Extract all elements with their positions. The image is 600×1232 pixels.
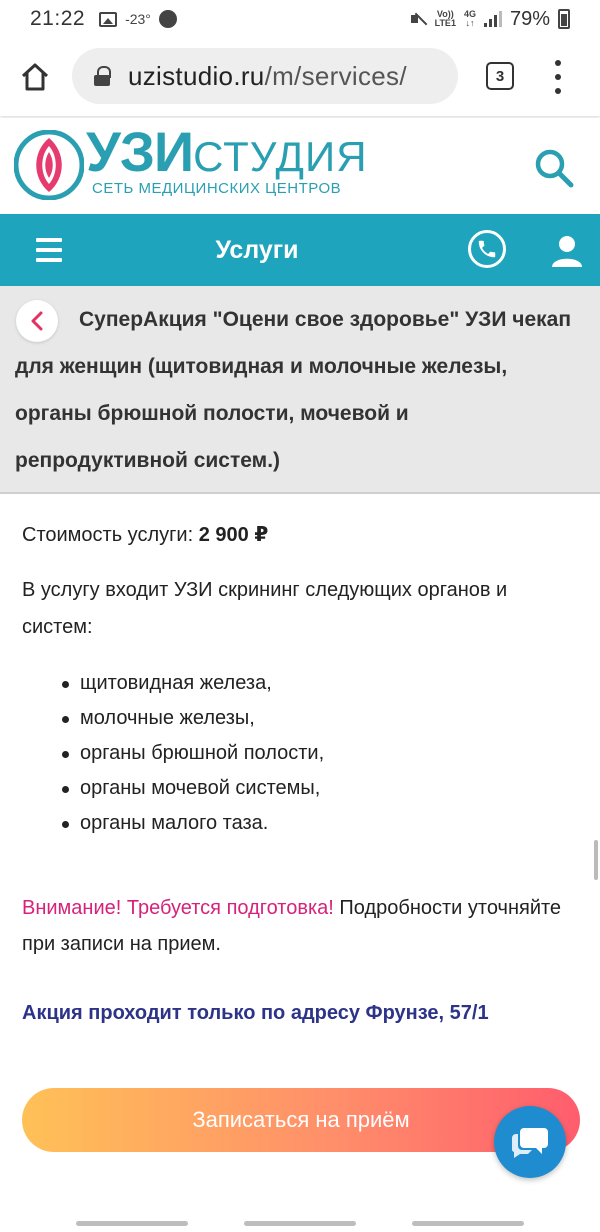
data-indicator: 4G ↓↑ bbox=[464, 10, 476, 28]
phone-icon bbox=[478, 240, 496, 258]
nav-bar: Услуги bbox=[0, 214, 600, 286]
tab-switcher-button[interactable]: 3 bbox=[486, 62, 514, 90]
user-icon[interactable] bbox=[550, 234, 584, 268]
price-value: 2 900 ₽ bbox=[198, 524, 269, 546]
service-title-band: СуперАкция "Оцени свое здоровье" УЗИ чек… bbox=[0, 286, 600, 494]
gesture-bar bbox=[0, 1216, 600, 1232]
data-bottom: ↓↑ bbox=[465, 18, 475, 28]
battery-icon bbox=[558, 9, 570, 29]
address-bar[interactable]: uzistudio.ru/m/services/ bbox=[72, 48, 458, 104]
organ-list: щитовидная железа, молочные железы, орга… bbox=[61, 666, 324, 841]
promo-note: Акция проходит только по адресу Фрунзе, … bbox=[22, 1002, 489, 1024]
url-path: /m/services/ bbox=[264, 60, 407, 91]
warning-alert: Внимание! Требуется подготовка! bbox=[22, 897, 334, 919]
back-button[interactable] bbox=[16, 300, 58, 342]
gesture-recent[interactable] bbox=[76, 1221, 188, 1226]
chevron-left-icon bbox=[31, 311, 43, 331]
list-item: органы брюшной полости, bbox=[61, 736, 324, 771]
search-icon[interactable] bbox=[532, 146, 576, 190]
list-item: органы малого таза. bbox=[61, 806, 324, 841]
logo-wordmark[interactable]: УЗИСТУДИЯ bbox=[86, 122, 368, 187]
home-button[interactable] bbox=[0, 38, 70, 116]
browser-toolbar: uzistudio.ru/m/services/ 3 bbox=[0, 38, 600, 116]
list-item: органы мочевой системы, bbox=[61, 771, 324, 806]
nav-title: Услуги bbox=[215, 236, 299, 264]
app-notification-icon bbox=[158, 10, 177, 28]
list-item: молочные железы, bbox=[61, 701, 324, 736]
battery-percent: 79% bbox=[509, 7, 550, 30]
menu-dot bbox=[555, 60, 561, 66]
phone-button[interactable] bbox=[468, 230, 506, 268]
logo-suffix-text: СТУДИЯ bbox=[193, 133, 368, 180]
chat-icon bbox=[511, 1128, 548, 1158]
site-header: УЗИСТУДИЯ СЕТЬ МЕДИЦИНСКИХ ЦЕНТРОВ bbox=[0, 118, 600, 214]
chat-button[interactable] bbox=[494, 1106, 566, 1178]
status-left-icons: -23° bbox=[99, 10, 177, 28]
signal-icon bbox=[483, 11, 502, 27]
lock-icon bbox=[94, 66, 111, 86]
menu-dot bbox=[555, 88, 561, 94]
logo-icon[interactable] bbox=[14, 130, 84, 200]
temperature-label: -23° bbox=[125, 11, 151, 27]
volte-indicator: Vo)) LTE1 bbox=[435, 10, 456, 28]
preparation-warning: Внимание! Требуется подготовка! Подробно… bbox=[22, 890, 592, 962]
home-icon bbox=[21, 63, 49, 91]
logo-main-text: УЗИ bbox=[86, 120, 194, 183]
status-time: 21:22 bbox=[30, 7, 86, 30]
status-right-icons: Vo)) LTE1 4G ↓↑ 79% bbox=[410, 7, 570, 31]
browser-menu-button[interactable] bbox=[546, 60, 570, 94]
price-label: Стоимость услуги: bbox=[22, 524, 194, 546]
gallery-icon bbox=[99, 11, 118, 27]
service-intro: В услугу входит УЗИ скрининг следующих о… bbox=[22, 579, 508, 638]
gesture-home[interactable] bbox=[244, 1221, 356, 1226]
volte-bottom: LTE1 bbox=[434, 18, 456, 28]
logo-subtitle: СЕТЬ МЕДИЦИНСКИХ ЦЕНТРОВ bbox=[92, 180, 342, 197]
scrollbar-thumb[interactable] bbox=[594, 840, 598, 880]
url-text: uzistudio.ru/m/services/ bbox=[128, 61, 407, 92]
price-line: Стоимость услуги: 2 900 ₽ bbox=[22, 522, 268, 547]
menu-dot bbox=[555, 74, 561, 80]
page-title: СуперАкция "Оцени свое здоровье" УЗИ чек… bbox=[15, 308, 572, 472]
mute-icon bbox=[410, 11, 427, 27]
gesture-back[interactable] bbox=[412, 1221, 524, 1226]
list-item: щитовидная железа, bbox=[61, 666, 324, 701]
url-host: uzistudio.ru bbox=[128, 60, 265, 91]
status-bar: 21:22 -23° Vo)) LTE1 4G ↓↑ 79% bbox=[0, 0, 600, 38]
